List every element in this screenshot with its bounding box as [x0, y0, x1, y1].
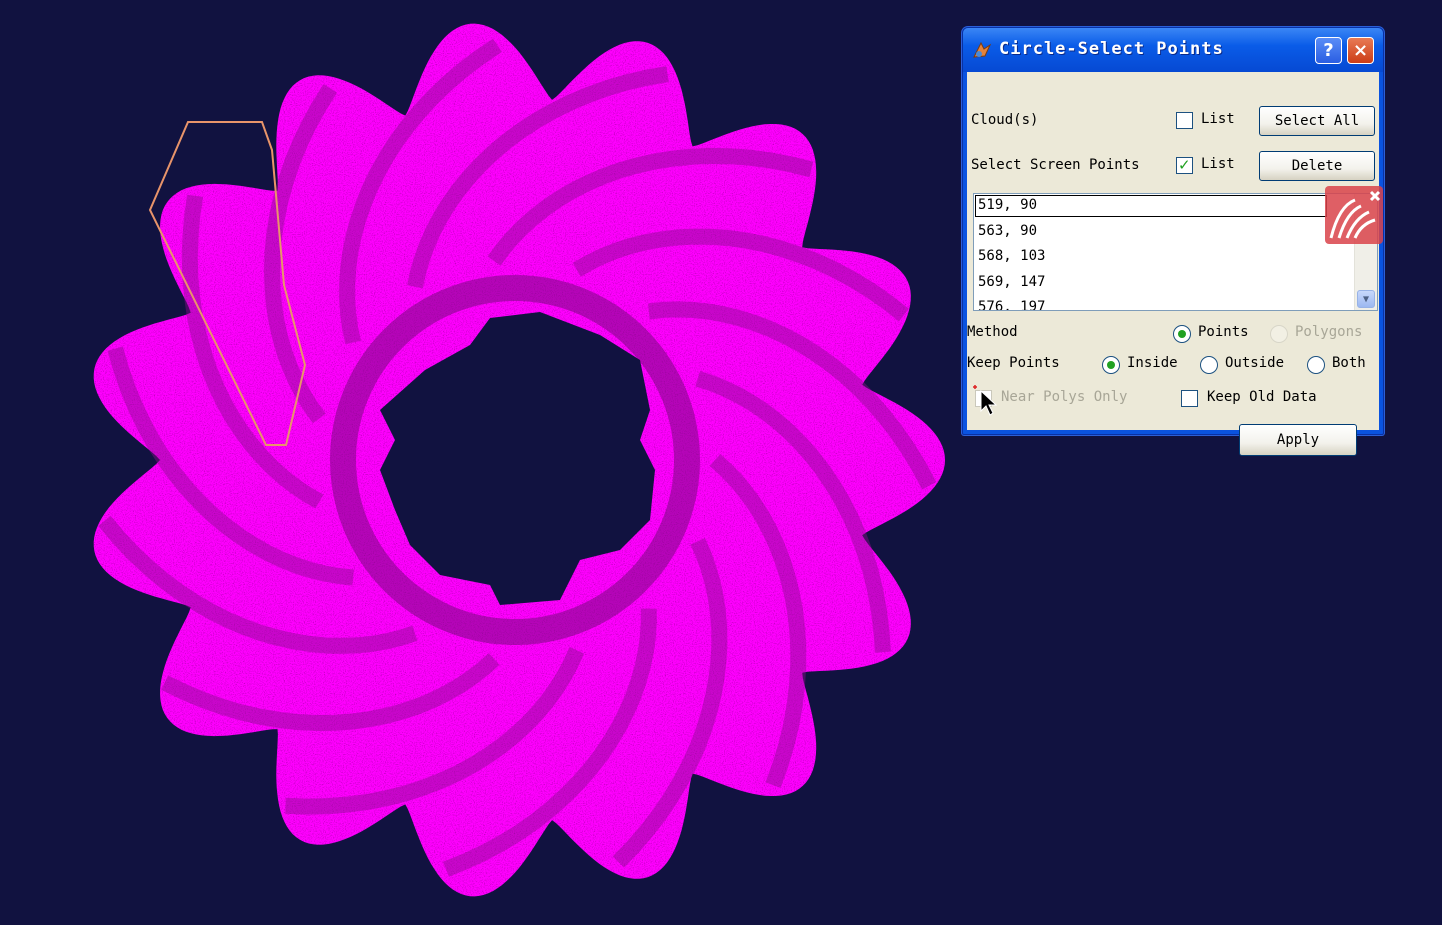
scroll-down-icon[interactable]: ▼	[1357, 290, 1375, 308]
list-item[interactable]: 563, 90	[978, 223, 1037, 239]
clouds-label: Cloud(s)	[971, 112, 1039, 128]
method-polygons-radio[interactable]	[1270, 325, 1288, 343]
app-icon	[973, 41, 992, 58]
near-polys-only-label: Near Polys Only	[1001, 389, 1128, 405]
method-polygons-label: Polygons	[1295, 324, 1363, 340]
keep-outside-label: Outside	[1225, 355, 1285, 371]
dialog-title: Circle-Select Points	[999, 39, 1224, 59]
select-all-button[interactable]: Select All	[1259, 106, 1375, 136]
select-screen-points-label: Select Screen Points	[971, 157, 1140, 173]
method-points-label: Points	[1198, 324, 1249, 340]
list-item[interactable]: 568, 103	[978, 248, 1045, 264]
close-button[interactable]: ×	[1347, 37, 1374, 64]
method-label: Method	[967, 324, 1018, 340]
apply-button[interactable]: Apply	[1239, 424, 1357, 456]
cursor-icon	[973, 385, 998, 416]
help-icon: ?	[1323, 40, 1334, 61]
list-item[interactable]: 569, 147	[978, 274, 1045, 290]
dialog-titlebar[interactable]: Circle-Select Points ? ×	[963, 28, 1383, 72]
list-item[interactable]: 576, 197	[978, 299, 1045, 310]
watermark-logo-icon	[1325, 186, 1383, 244]
keep-inside-radio[interactable]	[1102, 356, 1120, 374]
close-icon: ×	[1352, 40, 1369, 61]
keep-old-data-checkbox[interactable]	[1181, 390, 1198, 407]
keep-both-label: Both	[1332, 355, 1366, 371]
keep-points-label: Keep Points	[967, 355, 1060, 371]
help-button[interactable]: ?	[1315, 37, 1342, 64]
screen-points-list-label: List	[1201, 156, 1235, 172]
keep-inside-label: Inside	[1127, 355, 1178, 371]
clouds-list-checkbox[interactable]	[1176, 112, 1193, 129]
keep-old-data-label: Keep Old Data	[1207, 389, 1317, 405]
dialog-body: Cloud(s) List Select All Select Screen P…	[967, 72, 1383, 456]
clouds-list-label: List	[1201, 111, 1235, 127]
point-cloud-view[interactable]	[0, 0, 960, 925]
method-points-radio[interactable]	[1173, 325, 1191, 343]
keep-both-radio[interactable]	[1307, 356, 1325, 374]
keep-outside-radio[interactable]	[1200, 356, 1218, 374]
delete-button[interactable]: Delete	[1259, 151, 1375, 181]
list-item[interactable]: 519, 90	[978, 197, 1037, 213]
circle-select-points-dialog: Circle-Select Points ? × Cloud(s) List S…	[962, 27, 1384, 456]
screen-points-list-checkbox[interactable]: ✓	[1176, 156, 1193, 174]
checkmark-icon: ✓	[1178, 156, 1191, 174]
screen-points-listbox[interactable]: 519, 90 563, 90 568, 103 569, 147 576, 1…	[973, 193, 1378, 311]
